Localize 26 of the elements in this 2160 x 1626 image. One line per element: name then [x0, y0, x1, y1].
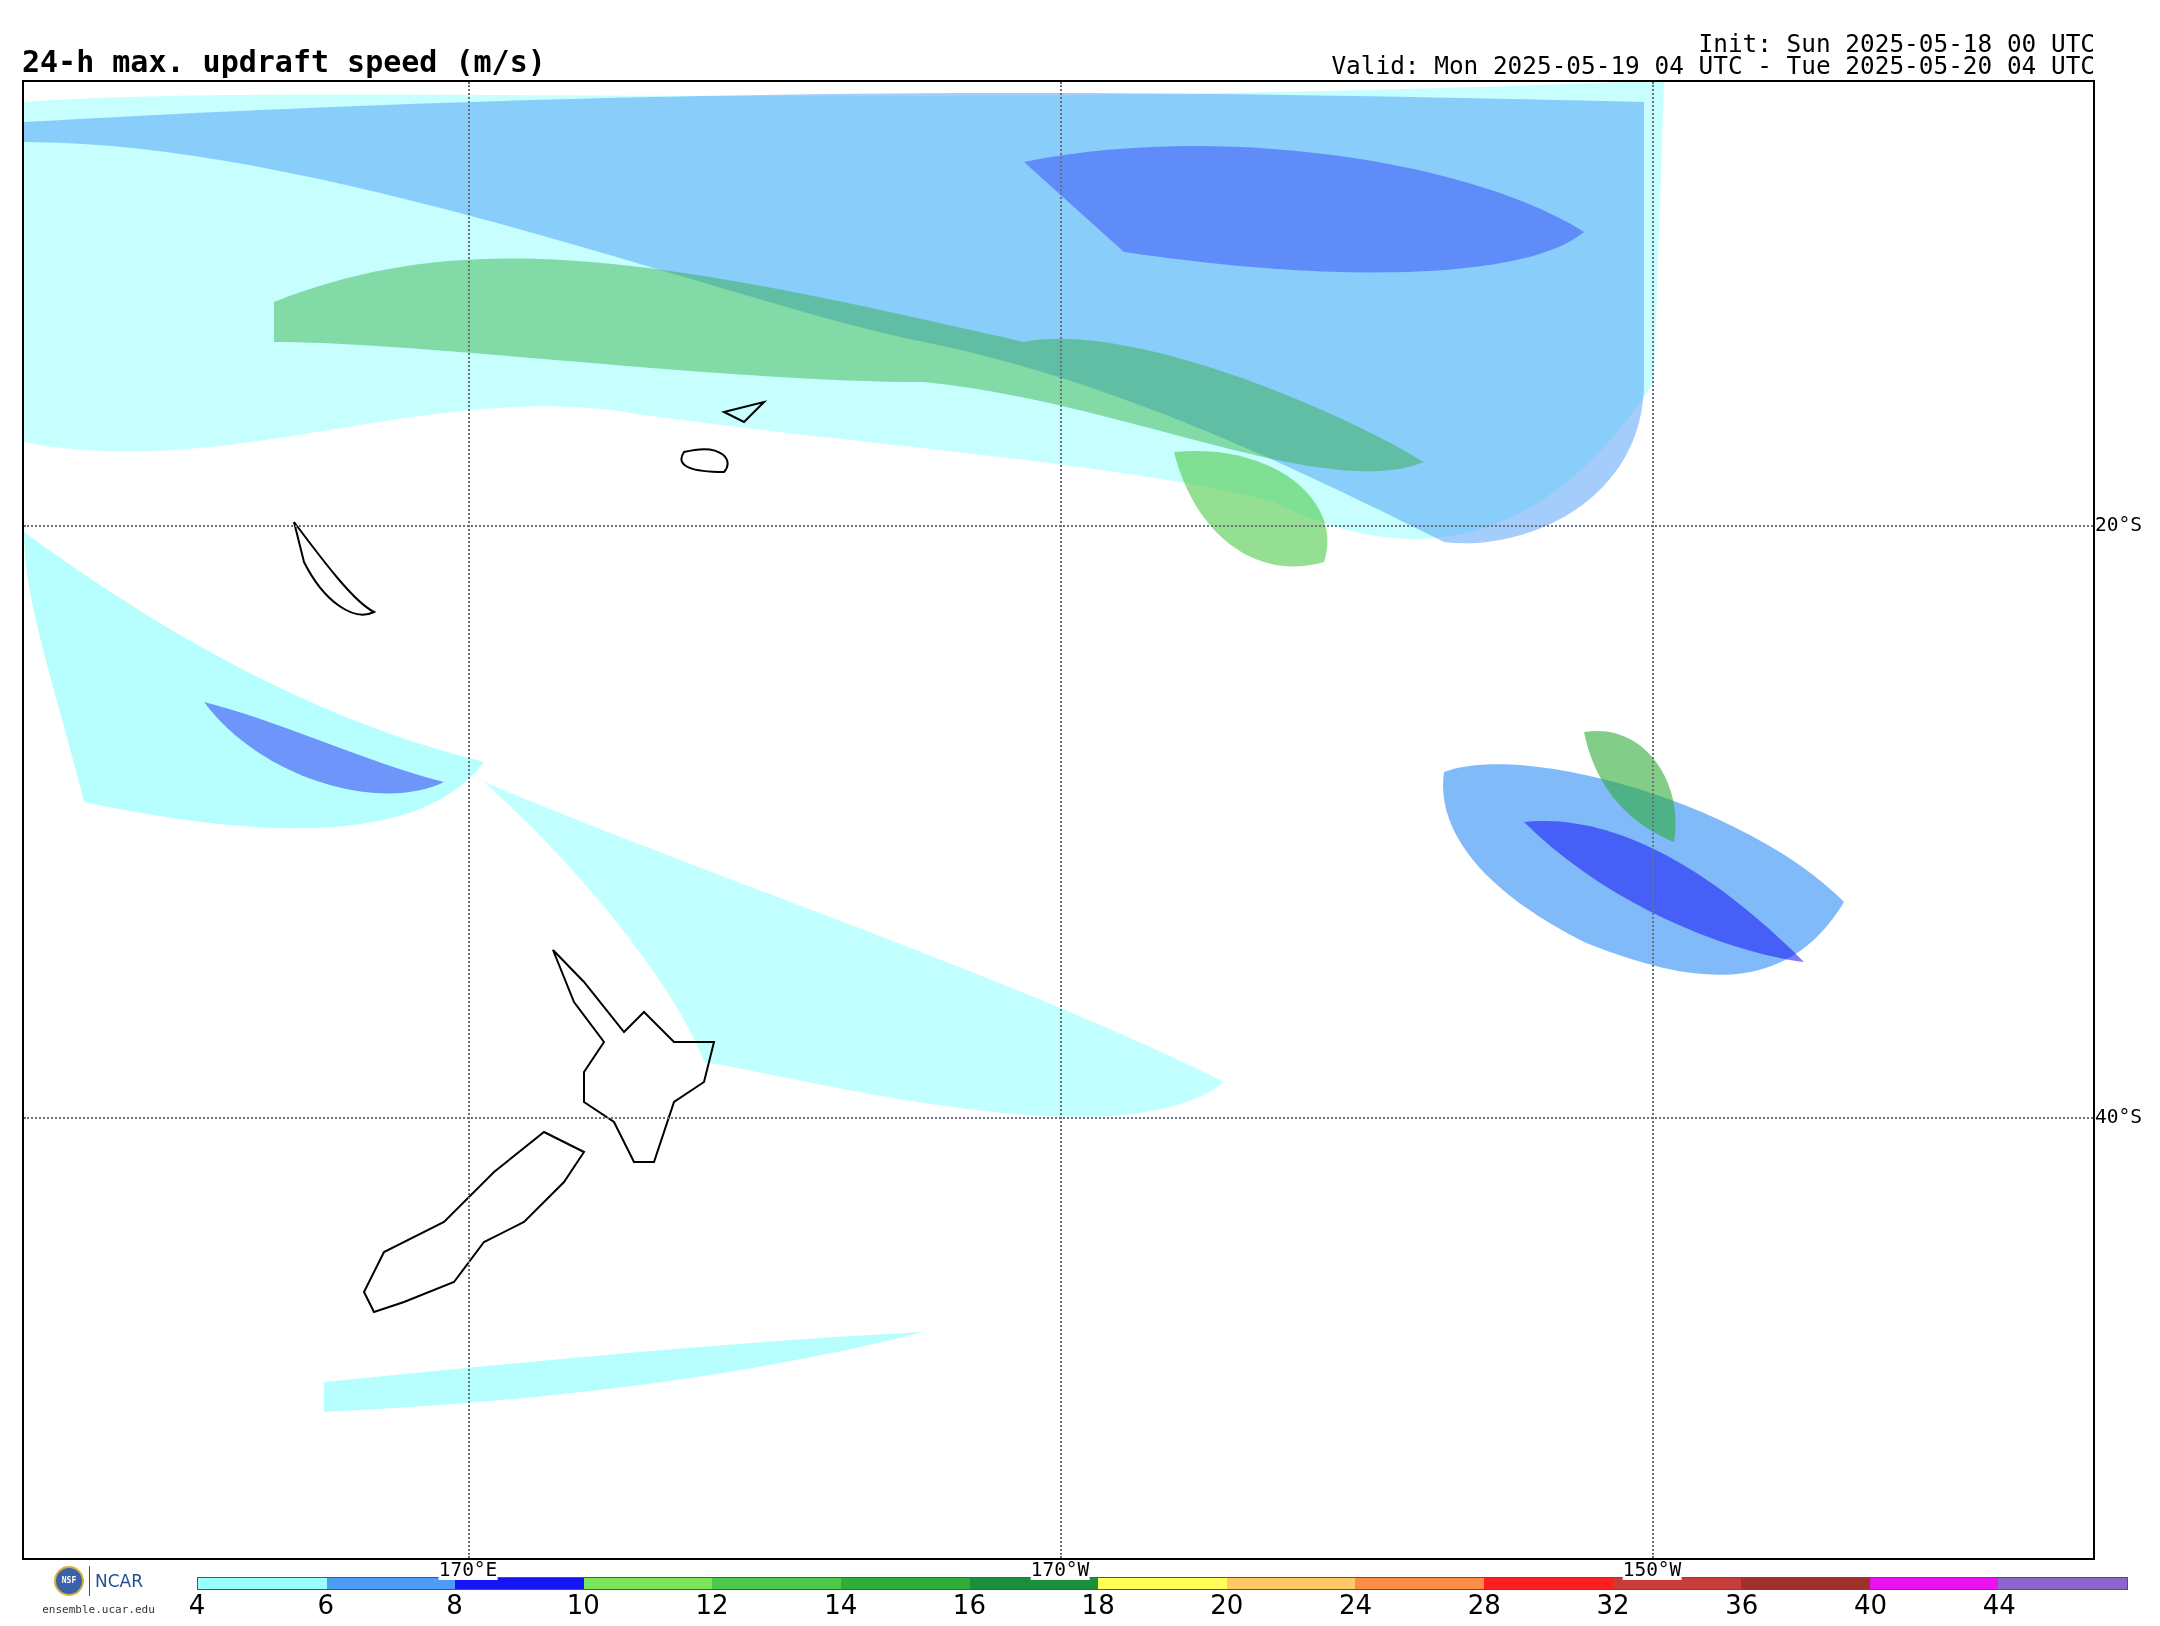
legend-tick-label: 10: [566, 1592, 600, 1618]
legend-tick-label: 40: [1854, 1592, 1888, 1618]
init-time: Init: Sun 2025-05-18 00 UTC: [1698, 33, 2095, 55]
legend-tick-label: 20: [1210, 1592, 1244, 1618]
legend-tick-label: 44: [1982, 1592, 2016, 1618]
longitude-label: 150°W: [1622, 1560, 1682, 1580]
chart-title: 24-h max. updraft speed (m/s): [22, 47, 546, 77]
legend-tick-label: 8: [446, 1592, 463, 1618]
legend-tick-label: 24: [1339, 1592, 1373, 1618]
legend-tick-label: 14: [824, 1592, 858, 1618]
latitude-label: 20°S: [2095, 515, 2142, 535]
ncar-logo: NCAR: [95, 1572, 143, 1590]
legend-tick-label: 32: [1596, 1592, 1630, 1618]
legend-tick-label: 28: [1467, 1592, 1501, 1618]
legend-tick-label: 16: [952, 1592, 986, 1618]
latitude-label: 40°S: [2095, 1107, 2142, 1127]
legend-tick-label: 18: [1081, 1592, 1115, 1618]
legend-tick-label: 36: [1725, 1592, 1759, 1618]
legend-tick-label: 12: [695, 1592, 729, 1618]
seal-logo: NSF: [54, 1566, 84, 1596]
site-url: ensemble.ucar.edu: [42, 1602, 155, 1618]
valid-time: Valid: Mon 2025-05-19 04 UTC - Tue 2025-05-20 04 UTC: [1331, 55, 2095, 77]
legend-tick-label: 4: [188, 1592, 206, 1618]
legend-tick-label: 6: [317, 1592, 334, 1618]
longitude-label: 170°E: [438, 1560, 498, 1580]
longitude-label: 170°W: [1030, 1560, 1090, 1580]
